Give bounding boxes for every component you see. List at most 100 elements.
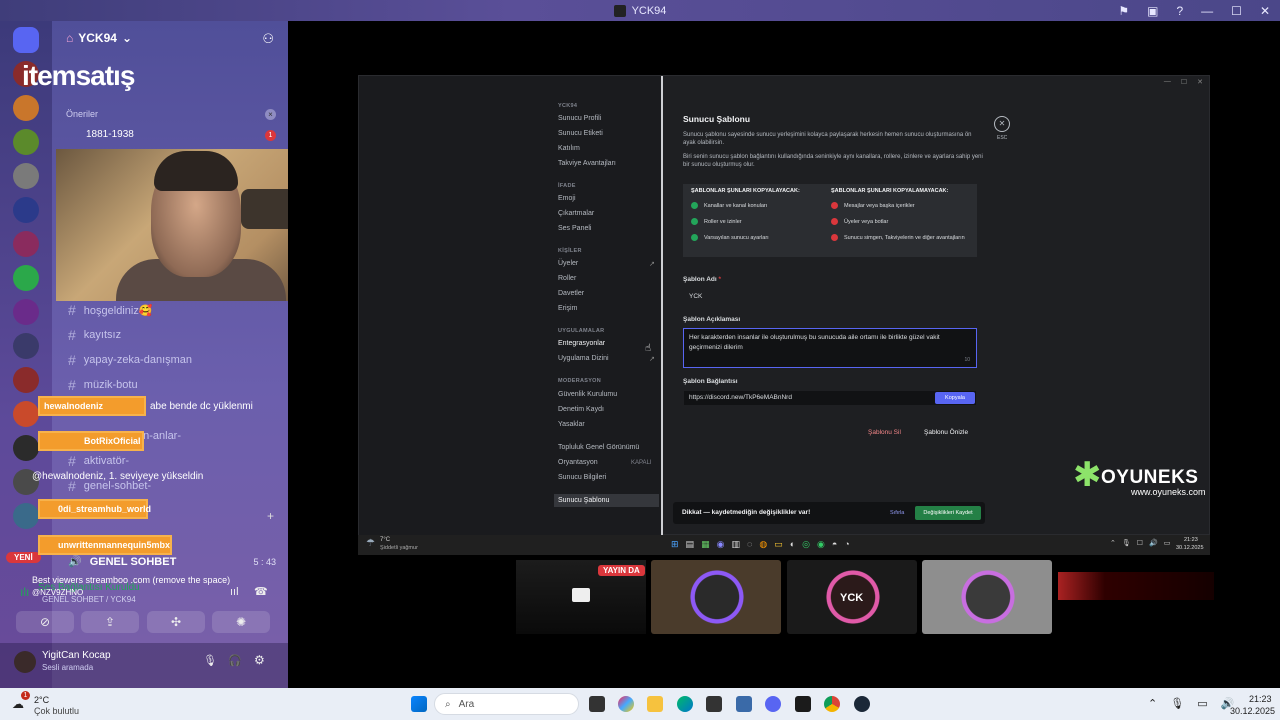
app-icon[interactable]: ◉ xyxy=(817,539,825,550)
windows-start-icon[interactable] xyxy=(411,696,427,712)
file-explorer-icon[interactable] xyxy=(647,696,663,712)
soundboard-button[interactable]: ✺ xyxy=(212,611,270,633)
app-icon[interactable]: ▤ xyxy=(686,539,695,550)
sidebar-item-server-info[interactable]: Sunucu Bilgileri xyxy=(558,474,606,481)
stream-tile-user[interactable] xyxy=(651,560,781,634)
app-icon[interactable]: ◓ xyxy=(832,539,837,550)
edge-icon[interactable] xyxy=(677,696,693,712)
server-icon[interactable] xyxy=(13,333,39,359)
reset-button[interactable]: Sıfırla xyxy=(890,510,904,516)
sidebar-item-community-overview[interactable]: Topluluk Genel Görünümü xyxy=(558,444,639,451)
avatar[interactable] xyxy=(14,651,36,673)
taskbar-search[interactable]: ⌕ Ara xyxy=(434,693,579,715)
sidebar-item-access[interactable]: Erişim xyxy=(558,305,577,312)
stream-tile-user[interactable]: YCK xyxy=(787,560,917,634)
sidebar-item-engagement[interactable]: Katılım xyxy=(558,145,580,152)
channel-item[interactable]: # aktivatör- xyxy=(68,453,129,469)
voice-channel-item[interactable]: 🔊 GENEL SOHBET xyxy=(68,555,176,569)
template-description-input[interactable]: Her karakterden insanlar ile oluşturulmu… xyxy=(683,328,977,368)
save-changes-button[interactable]: Değişiklikleri Kaydet xyxy=(915,506,981,520)
close-button[interactable]: ✕ xyxy=(1260,4,1270,18)
discord-home-icon[interactable] xyxy=(13,27,39,53)
sidebar-item-server-profile[interactable]: Sunucu Profili xyxy=(558,115,601,122)
app-icon[interactable]: ◐ xyxy=(790,539,795,550)
copy-link-button[interactable]: Kopyala xyxy=(935,392,975,404)
server-icon[interactable] xyxy=(13,197,39,223)
delete-template-button[interactable]: Şablonu Sil xyxy=(868,429,901,436)
app-icon[interactable]: ▥ xyxy=(731,539,740,550)
sidebar-item-audit-log[interactable]: Denetim Kaydı xyxy=(558,406,604,413)
server-icon[interactable] xyxy=(13,95,39,121)
app-icon[interactable]: ◉ xyxy=(717,539,725,550)
discord-icon[interactable] xyxy=(765,696,781,712)
network-icon[interactable]: ▭ xyxy=(1197,697,1207,710)
maximize-button[interactable]: ☐ xyxy=(1231,4,1242,18)
mic-icon[interactable]: 🎙 xyxy=(1170,697,1184,710)
sidebar-item-bans[interactable]: Yasaklar xyxy=(558,421,585,428)
template-name-input[interactable]: YCK xyxy=(683,288,977,306)
flag-icon[interactable]: ⚑ xyxy=(1118,4,1129,18)
sidebar-item-app-directory[interactable]: Uygulama Dizini xyxy=(558,355,609,362)
channel-item[interactable]: # müzik-botu xyxy=(68,377,138,393)
volume-icon[interactable]: 🔊 xyxy=(1221,697,1235,710)
server-icon[interactable] xyxy=(13,401,39,427)
app-icon[interactable]: ▦ xyxy=(701,539,710,550)
sidebar-item-emoji[interactable]: Emoji xyxy=(558,195,576,202)
server-name-header[interactable]: ⌂ YCK94 ⌄ xyxy=(66,31,132,45)
close-settings-button[interactable]: ✕ xyxy=(994,116,1010,132)
add-member-icon[interactable]: ⚇ xyxy=(262,31,274,47)
sidebar-item-server-tag[interactable]: Sunucu Etiketi xyxy=(558,130,603,137)
task-view-icon[interactable] xyxy=(589,696,605,712)
server-icon[interactable] xyxy=(13,129,39,155)
server-icon[interactable] xyxy=(13,231,39,257)
chrome-icon[interactable] xyxy=(824,696,840,712)
app-icon[interactable]: ◌ xyxy=(747,539,752,550)
sidebar-item-server-template[interactable]: Sunucu Şablonu xyxy=(554,494,659,507)
app-icon[interactable]: ◍ xyxy=(759,539,767,550)
app-icon[interactable]: ◎ xyxy=(802,539,810,550)
inbox-icon[interactable]: ▣ xyxy=(1147,4,1158,18)
sidebar-item-onboarding[interactable]: Oryantasyon xyxy=(558,459,598,466)
store-icon[interactable] xyxy=(706,696,722,712)
start-icon[interactable]: ⊞ xyxy=(671,539,679,550)
close-suggestions-icon[interactable]: × xyxy=(265,109,276,120)
sidebar-item-safety-setup[interactable]: Güvenlik Kurulumu xyxy=(558,391,617,398)
sidebar-item-members[interactable]: Üyeler xyxy=(558,260,578,267)
stream-tile-user[interactable] xyxy=(922,560,1052,634)
preview-template-button[interactable]: Şablonu Önizle xyxy=(924,429,968,436)
sidebar-item-invites[interactable]: Davetler xyxy=(558,290,584,297)
server-icon[interactable] xyxy=(13,163,39,189)
channel-item[interactable]: # hoşgeldiniz🥰 xyxy=(68,302,153,318)
close-button[interactable]: ✕ xyxy=(1197,78,1203,86)
noise-suppression-icon[interactable]: ııl xyxy=(230,586,239,598)
tray-chevron-icon[interactable]: ⌃ xyxy=(1148,697,1157,710)
server-icon[interactable] xyxy=(13,503,39,529)
settings-gear-icon[interactable]: ⚙ xyxy=(254,653,265,667)
server-icon[interactable] xyxy=(13,367,39,393)
app-icon[interactable] xyxy=(795,696,811,712)
server-icon[interactable] xyxy=(13,299,39,325)
channel-item[interactable]: # kayıtsız xyxy=(68,327,121,343)
mic-icon[interactable]: 🎙 xyxy=(203,654,217,667)
sidebar-item-stickers[interactable]: Çıkartmalar xyxy=(558,210,594,217)
camera-off-button[interactable]: ⊘ xyxy=(16,611,74,633)
sidebar-item-boost-perks[interactable]: Takviye Avantajları xyxy=(558,160,616,167)
steam-icon[interactable] xyxy=(854,696,870,712)
sidebar-item-soundboard[interactable]: Ses Paneli xyxy=(558,225,591,232)
screen-share-button[interactable]: ⇪ xyxy=(81,611,139,633)
settings-app-icon[interactable] xyxy=(736,696,752,712)
headphones-icon[interactable]: 🎧 xyxy=(228,654,242,667)
app-icon[interactable]: ▭ xyxy=(774,539,783,550)
template-link-input[interactable]: https://discord.new/TkP6eMABnNrd xyxy=(683,390,977,406)
minimize-button[interactable]: — xyxy=(1164,78,1171,86)
disconnect-icon[interactable]: ☎ xyxy=(254,585,268,598)
minimize-button[interactable]: — xyxy=(1201,4,1213,18)
copilot-icon[interactable] xyxy=(618,696,634,712)
stream-tile-screen[interactable]: YAYIN DA xyxy=(516,560,646,634)
sidebar-item-roles[interactable]: Roller xyxy=(558,275,576,282)
maximize-button[interactable]: ☐ xyxy=(1181,78,1187,86)
app-icon[interactable]: ◔ xyxy=(844,539,849,550)
activities-button[interactable]: ✣ xyxy=(147,611,205,633)
help-icon[interactable]: ? xyxy=(1176,4,1183,18)
server-icon[interactable] xyxy=(13,265,39,291)
